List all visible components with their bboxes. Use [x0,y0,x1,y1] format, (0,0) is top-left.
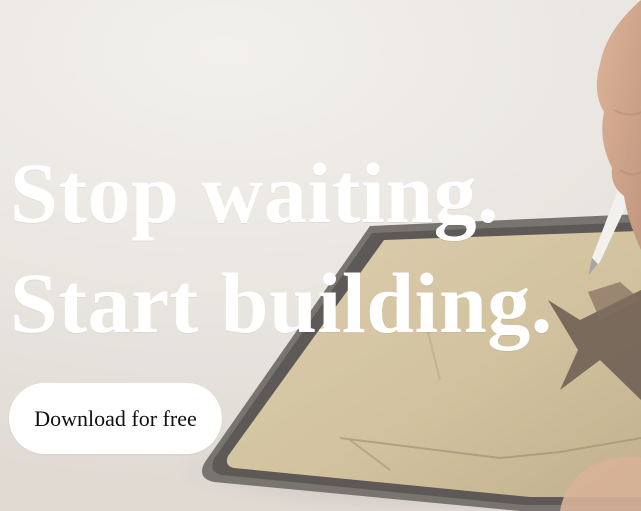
headline-line-1: Stop waiting. [10,145,500,241]
headline-line-2: Start building. [10,255,553,351]
download-button[interactable]: Download for free [9,383,222,454]
hero-section: Stop waiting. Start building. Download f… [0,0,641,511]
hero-headline: Stop waiting. Start building. [10,138,553,358]
